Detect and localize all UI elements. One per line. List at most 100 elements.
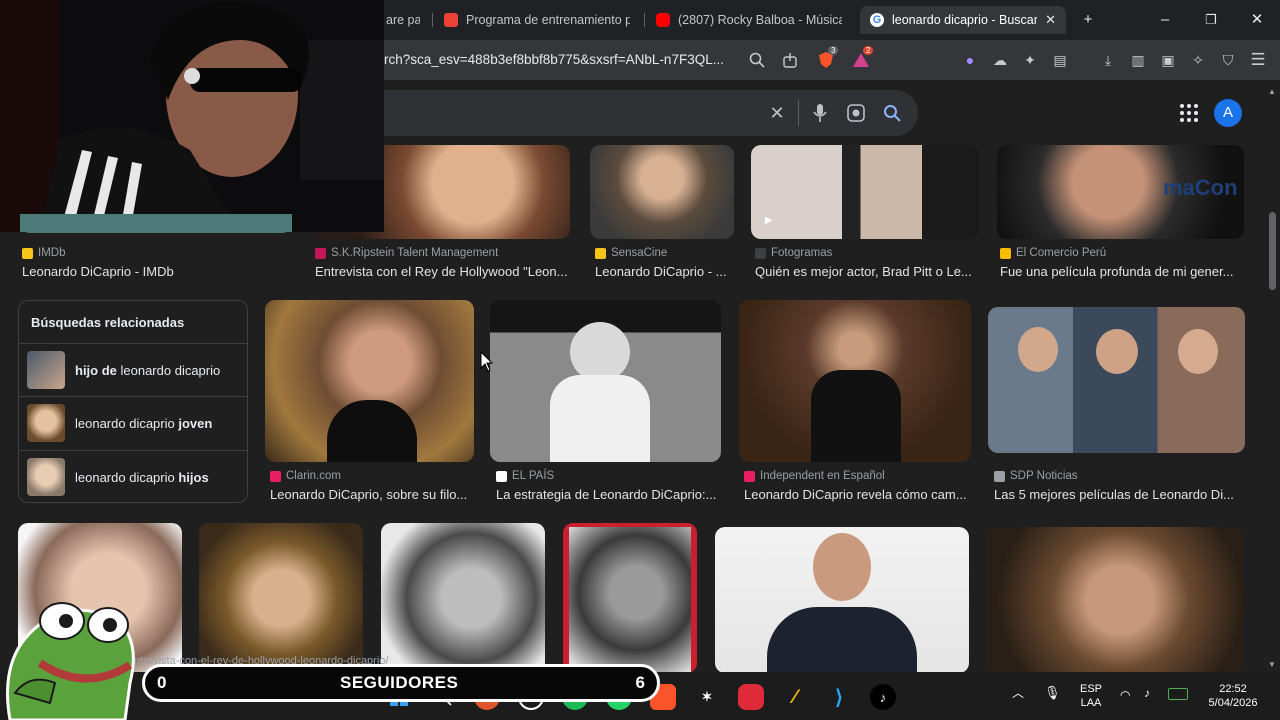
wallet-icon[interactable]: ▣ (1158, 50, 1178, 70)
result-image[interactable] (988, 307, 1245, 453)
result-title[interactable]: Entrevista con el Rey de Hollywood "Leon… (315, 264, 573, 279)
result-source[interactable]: S.K.Ripstein Talent Management (315, 247, 498, 259)
close-tab-icon[interactable]: ✕ (1045, 12, 1056, 28)
share-icon[interactable] (780, 50, 800, 70)
zoom-icon[interactable] (747, 50, 767, 70)
wifi-icon[interactable]: ◠ (1120, 688, 1130, 702)
result-title[interactable]: La estrategia de Leonardo DiCaprio:... (496, 487, 721, 502)
result-image[interactable] (199, 523, 363, 673)
result-source[interactable]: IMDb (22, 247, 65, 259)
battery-icon[interactable] (1168, 688, 1188, 700)
result-title[interactable]: Leonardo DiCaprio - ... (595, 264, 735, 279)
suit-shape (767, 607, 917, 673)
lens-search-icon[interactable] (844, 101, 868, 125)
site-icon (315, 247, 326, 259)
vpn-shield-icon[interactable]: ⛉ (1218, 50, 1238, 70)
tab-2[interactable]: Programa de entrenamiento p (444, 6, 630, 34)
close-window-button[interactable]: ✕ (1244, 8, 1270, 32)
tab-3-title: (2807) Rocky Balboa - Música c (678, 13, 842, 27)
google-apps-icon[interactable] (1180, 104, 1198, 122)
result-title[interactable]: Las 5 mejores películas de Leonardo Di..… (994, 487, 1244, 502)
extension-cloud-icon[interactable]: ☁ (990, 50, 1010, 70)
brave-shields-icon[interactable]: 3 (816, 46, 839, 70)
related-thumbnail (27, 404, 65, 442)
page-scrollbar[interactable] (1266, 86, 1280, 676)
result-image[interactable]: maCon (997, 145, 1244, 239)
result-title[interactable]: Leonardo DiCaprio revela cómo cam... (744, 487, 971, 502)
search-submit-icon[interactable] (880, 101, 904, 125)
video-play-icon: ▶ (765, 215, 773, 226)
result-image[interactable] (490, 300, 721, 462)
related-search-item[interactable]: leonardo dicaprio joven (19, 396, 247, 449)
volume-icon[interactable]: ♪ (1144, 686, 1150, 700)
brave-rewards-icon[interactable]: 2 (851, 46, 874, 70)
result-image[interactable] (590, 145, 734, 239)
result-image[interactable] (715, 527, 969, 673)
scrollbar-thumb[interactable] (1269, 212, 1276, 290)
vscode-icon[interactable]: ⟩ (826, 684, 852, 710)
tiktok-icon[interactable]: ♪ (870, 684, 896, 710)
related-search-item[interactable]: leonardo dicaprio hijos (19, 450, 247, 503)
result-image[interactable] (563, 523, 697, 673)
site-icon (496, 470, 507, 482)
result-title[interactable]: Quién es mejor actor, Brad Pitt o Le... (755, 264, 979, 279)
shirt-shape (550, 375, 650, 462)
reader-mode-icon[interactable]: ▤ (1050, 50, 1070, 70)
counter-left-value: 0 (157, 673, 167, 692)
mouse-cursor-icon (480, 351, 494, 372)
maximize-button[interactable]: ❐ (1198, 8, 1224, 32)
new-tab-button[interactable]: + (1075, 8, 1101, 32)
result-source[interactable]: SensaCine (595, 247, 667, 259)
extensions-puzzle-icon[interactable]: ✦ (1020, 50, 1040, 70)
result-image[interactable] (265, 300, 474, 462)
tab-4-active[interactable]: G leonardo dicaprio - Buscar ✕ (860, 6, 1066, 34)
clear-search-icon[interactable]: ✕ (765, 101, 789, 125)
result-image[interactable] (739, 300, 971, 462)
webcam-overlay (0, 0, 384, 232)
minimize-button[interactable]: – (1152, 8, 1178, 32)
result-image[interactable] (986, 527, 1244, 673)
result-source[interactable]: Clarin.com (270, 470, 341, 482)
result-title[interactable]: Fue una película profunda de mi gener... (1000, 264, 1244, 279)
app-icon-yellow[interactable]: ∕ (782, 684, 808, 710)
result-title[interactable]: Leonardo DiCaprio, sobre su filo... (270, 487, 474, 502)
result-image[interactable] (381, 523, 545, 673)
language-indicator[interactable]: ESP LAA (1074, 682, 1108, 710)
menu-icon[interactable]: ☰ (1248, 50, 1268, 70)
tab-4-title: leonardo dicaprio - Buscar (892, 13, 1038, 27)
related-search-item[interactable]: hijo de leonardo dicaprio (19, 343, 247, 396)
result-source[interactable]: Independent en Español (744, 470, 885, 482)
result-source[interactable]: Fotogramas (755, 247, 832, 259)
scroll-up-icon[interactable]: ▲ (1268, 87, 1276, 96)
result-title[interactable]: Leonardo DiCaprio - IMDb (22, 264, 292, 279)
tray-overflow-icon[interactable]: ︿ (1012, 686, 1024, 700)
tab-separator (644, 13, 645, 27)
leo-ai-icon[interactable]: ✧ (1188, 50, 1208, 70)
search-box[interactable] (384, 90, 918, 136)
result-source[interactable]: SDP Noticias (994, 470, 1078, 482)
clock[interactable]: 22:52 5/04/2026 (1200, 682, 1266, 710)
result-source[interactable]: EL PAÍS (496, 470, 554, 482)
google-favicon-icon: G (870, 13, 884, 27)
face-shape (570, 322, 630, 382)
suit-shape (327, 400, 417, 462)
site-icon (1000, 247, 1011, 259)
extension-ai-icon[interactable]: ● (960, 50, 980, 70)
microphone-icon[interactable]: 🎙 (1044, 686, 1061, 700)
counter-right-value: 6 (635, 673, 645, 692)
result-source[interactable]: El Comercio Perú (1000, 247, 1106, 259)
tab-3[interactable]: (2807) Rocky Balboa - Música c (656, 6, 842, 34)
app-icon-star[interactable]: ✶ (694, 684, 720, 710)
account-avatar[interactable]: A (1214, 99, 1242, 127)
scroll-down-icon[interactable]: ▼ (1268, 660, 1276, 669)
tab-1[interactable]: are par (386, 6, 420, 34)
app-icon-red[interactable] (738, 684, 764, 710)
result-image[interactable] (751, 145, 979, 239)
downloads-icon[interactable]: ⤓ (1098, 50, 1118, 70)
related-thumbnail (27, 351, 65, 389)
magazine-cover (569, 527, 691, 673)
address-bar[interactable]: rch?sca_esv=488b3ef8bbf8b775&sxsrf=ANbL-… (384, 52, 724, 67)
voice-search-icon[interactable] (808, 101, 832, 125)
sidebar-icon[interactable]: ▥ (1128, 50, 1148, 70)
related-searches-panel: Búsquedas relacionadas hijo de leonardo … (18, 300, 248, 503)
